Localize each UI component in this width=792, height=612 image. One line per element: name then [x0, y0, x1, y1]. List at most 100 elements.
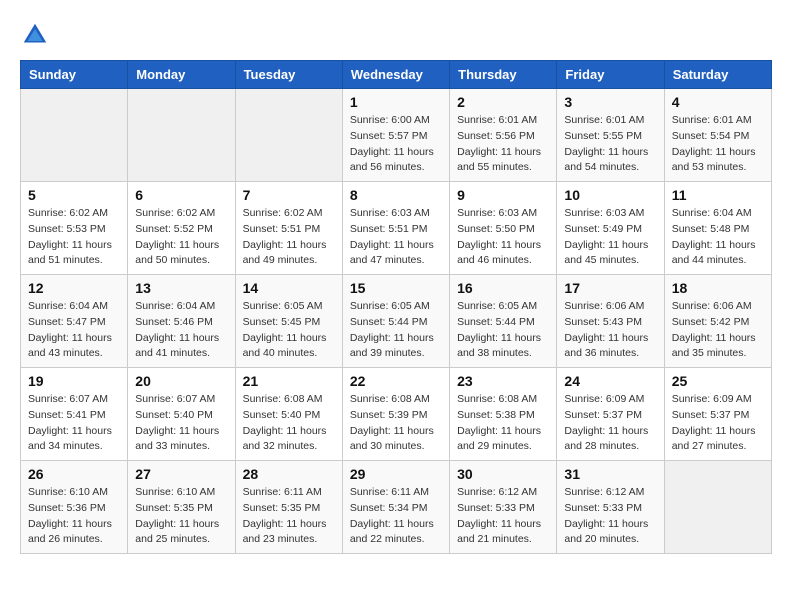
day-info: Sunrise: 6:04 AMSunset: 5:47 PMDaylight:…: [28, 299, 120, 362]
calendar-cell: 9 Sunrise: 6:03 AMSunset: 5:50 PMDaylight…: [450, 182, 557, 275]
calendar-cell: [128, 89, 235, 182]
calendar-cell: 10 Sunrise: 6:03 AMSunset: 5:49 PMDayligh…: [557, 182, 664, 275]
day-number: 24: [564, 373, 656, 389]
day-number: 3: [564, 94, 656, 110]
calendar-cell: 5 Sunrise: 6:02 AMSunset: 5:53 PMDaylight…: [21, 182, 128, 275]
calendar-cell: 25 Sunrise: 6:09 AMSunset: 5:37 PMDayligh…: [664, 368, 771, 461]
calendar-week-row: 1 Sunrise: 6:00 AMSunset: 5:57 PMDaylight…: [21, 89, 772, 182]
day-info: Sunrise: 6:08 AMSunset: 5:40 PMDaylight:…: [243, 392, 335, 455]
day-info: Sunrise: 6:01 AMSunset: 5:55 PMDaylight:…: [564, 113, 656, 176]
day-number: 12: [28, 280, 120, 296]
calendar-cell: 20 Sunrise: 6:07 AMSunset: 5:40 PMDayligh…: [128, 368, 235, 461]
calendar-cell: 16Sunrise: 6:05 AMSunset: 5:44 PMDayligh…: [450, 275, 557, 368]
logo-icon: [20, 20, 50, 50]
calendar-cell: 17 Sunrise: 6:06 AMSunset: 5:43 PMDayligh…: [557, 275, 664, 368]
day-info: Sunrise: 6:00 AMSunset: 5:57 PMDaylight:…: [350, 113, 442, 176]
logo: [20, 20, 54, 50]
calendar-cell: [235, 89, 342, 182]
day-number: 6: [135, 187, 227, 203]
day-number: 2: [457, 94, 549, 110]
day-number: 11: [672, 187, 764, 203]
day-info: Sunrise: 6:05 AMSunset: 5:45 PMDaylight:…: [243, 299, 335, 362]
calendar-header-row: SundayMondayTuesdayWednesdayThursdayFrid…: [21, 61, 772, 89]
weekday-header: Thursday: [450, 61, 557, 89]
day-number: 13: [135, 280, 227, 296]
day-number: 21: [243, 373, 335, 389]
calendar-cell: 31 Sunrise: 6:12 AMSunset: 5:33 PMDayligh…: [557, 461, 664, 554]
calendar-cell: [664, 461, 771, 554]
calendar-cell: 2Sunrise: 6:01 AMSunset: 5:56 PMDaylight…: [450, 89, 557, 182]
day-number: 8: [350, 187, 442, 203]
day-info: Sunrise: 6:10 AMSunset: 5:36 PMDaylight:…: [28, 485, 120, 548]
calendar-cell: 13 Sunrise: 6:04 AMSunset: 5:46 PMDayligh…: [128, 275, 235, 368]
day-number: 10: [564, 187, 656, 203]
day-number: 26: [28, 466, 120, 482]
day-number: 28: [243, 466, 335, 482]
calendar-cell: 6Sunrise: 6:02 AMSunset: 5:52 PMDaylight…: [128, 182, 235, 275]
day-info: Sunrise: 6:10 AMSunset: 5:35 PMDaylight:…: [135, 485, 227, 548]
day-info: Sunrise: 6:07 AMSunset: 5:41 PMDaylight:…: [28, 392, 120, 455]
calendar-cell: 11 Sunrise: 6:04 AMSunset: 5:48 PMDayligh…: [664, 182, 771, 275]
calendar-cell: 24 Sunrise: 6:09 AMSunset: 5:37 PMDayligh…: [557, 368, 664, 461]
day-info: Sunrise: 6:04 AMSunset: 5:48 PMDaylight:…: [672, 206, 764, 269]
day-number: 19: [28, 373, 120, 389]
day-info: Sunrise: 6:08 AMSunset: 5:38 PMDaylight:…: [457, 392, 549, 455]
day-info: Sunrise: 6:02 AMSunset: 5:53 PMDaylight:…: [28, 206, 120, 269]
day-number: 7: [243, 187, 335, 203]
day-info: Sunrise: 6:12 AMSunset: 5:33 PMDaylight:…: [457, 485, 549, 548]
calendar-cell: 4 Sunrise: 6:01 AMSunset: 5:54 PMDaylight…: [664, 89, 771, 182]
day-info: Sunrise: 6:03 AMSunset: 5:51 PMDaylight:…: [350, 206, 442, 269]
day-number: 9: [457, 187, 549, 203]
day-info: Sunrise: 6:08 AMSunset: 5:39 PMDaylight:…: [350, 392, 442, 455]
calendar-cell: 29 Sunrise: 6:11 AMSunset: 5:34 PMDayligh…: [342, 461, 449, 554]
day-number: 17: [564, 280, 656, 296]
weekday-header: Monday: [128, 61, 235, 89]
day-number: 23: [457, 373, 549, 389]
day-number: 29: [350, 466, 442, 482]
day-number: 31: [564, 466, 656, 482]
calendar-cell: 19 Sunrise: 6:07 AMSunset: 5:41 PMDayligh…: [21, 368, 128, 461]
day-info: Sunrise: 6:01 AMSunset: 5:54 PMDaylight:…: [672, 113, 764, 176]
calendar-cell: 15 Sunrise: 6:05 AMSunset: 5:44 PMDayligh…: [342, 275, 449, 368]
calendar-week-row: 5 Sunrise: 6:02 AMSunset: 5:53 PMDaylight…: [21, 182, 772, 275]
calendar-table: SundayMondayTuesdayWednesdayThursdayFrid…: [20, 60, 772, 554]
weekday-header: Wednesday: [342, 61, 449, 89]
day-number: 20: [135, 373, 227, 389]
calendar-cell: 22 Sunrise: 6:08 AMSunset: 5:39 PMDayligh…: [342, 368, 449, 461]
day-info: Sunrise: 6:09 AMSunset: 5:37 PMDaylight:…: [672, 392, 764, 455]
weekday-header: Tuesday: [235, 61, 342, 89]
day-info: Sunrise: 6:03 AMSunset: 5:49 PMDaylight:…: [564, 206, 656, 269]
day-number: 30: [457, 466, 549, 482]
day-number: 27: [135, 466, 227, 482]
calendar-cell: [21, 89, 128, 182]
day-number: 25: [672, 373, 764, 389]
day-number: 14: [243, 280, 335, 296]
day-number: 4: [672, 94, 764, 110]
day-number: 18: [672, 280, 764, 296]
calendar-cell: 28 Sunrise: 6:11 AMSunset: 5:35 PMDayligh…: [235, 461, 342, 554]
calendar-cell: 23 Sunrise: 6:08 AMSunset: 5:38 PMDayligh…: [450, 368, 557, 461]
calendar-cell: 30 Sunrise: 6:12 AMSunset: 5:33 PMDayligh…: [450, 461, 557, 554]
calendar-cell: 27 Sunrise: 6:10 AMSunset: 5:35 PMDayligh…: [128, 461, 235, 554]
day-info: Sunrise: 6:04 AMSunset: 5:46 PMDaylight:…: [135, 299, 227, 362]
day-info: Sunrise: 6:12 AMSunset: 5:33 PMDaylight:…: [564, 485, 656, 548]
calendar-week-row: 19 Sunrise: 6:07 AMSunset: 5:41 PMDayligh…: [21, 368, 772, 461]
day-number: 22: [350, 373, 442, 389]
day-info: Sunrise: 6:06 AMSunset: 5:43 PMDaylight:…: [564, 299, 656, 362]
day-number: 5: [28, 187, 120, 203]
day-info: Sunrise: 6:11 AMSunset: 5:35 PMDaylight:…: [243, 485, 335, 548]
day-info: Sunrise: 6:03 AMSunset: 5:50 PMDaylight:…: [457, 206, 549, 269]
calendar-week-row: 12 Sunrise: 6:04 AMSunset: 5:47 PMDayligh…: [21, 275, 772, 368]
day-number: 15: [350, 280, 442, 296]
weekday-header: Sunday: [21, 61, 128, 89]
day-info: Sunrise: 6:06 AMSunset: 5:42 PMDaylight:…: [672, 299, 764, 362]
day-info: Sunrise: 6:09 AMSunset: 5:37 PMDaylight:…: [564, 392, 656, 455]
calendar-cell: 8 Sunrise: 6:03 AMSunset: 5:51 PMDaylight…: [342, 182, 449, 275]
day-info: Sunrise: 6:05 AMSunset: 5:44 PMDaylight:…: [350, 299, 442, 362]
calendar-cell: 7Sunrise: 6:02 AMSunset: 5:51 PMDaylight…: [235, 182, 342, 275]
day-info: Sunrise: 6:07 AMSunset: 5:40 PMDaylight:…: [135, 392, 227, 455]
day-info: Sunrise: 6:11 AMSunset: 5:34 PMDaylight:…: [350, 485, 442, 548]
calendar-cell: 3 Sunrise: 6:01 AMSunset: 5:55 PMDaylight…: [557, 89, 664, 182]
day-number: 1: [350, 94, 442, 110]
calendar-cell: 1 Sunrise: 6:00 AMSunset: 5:57 PMDaylight…: [342, 89, 449, 182]
